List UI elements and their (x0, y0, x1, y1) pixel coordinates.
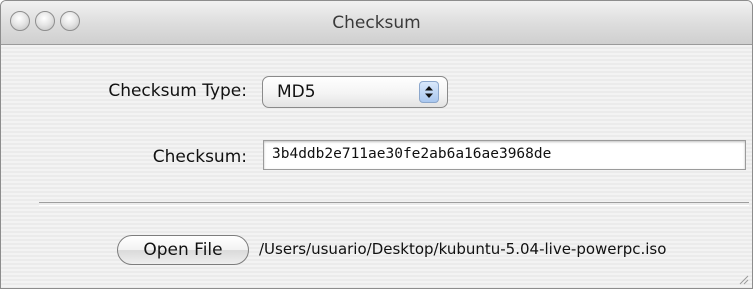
checksum-type-label: Checksum Type: (108, 81, 247, 101)
checksum-field[interactable]: 3b4ddb2e711ae30fe2ab6a16ae3968de (263, 140, 746, 170)
file-path: /Users/usuario/Desktop/kubuntu-5.04-live… (259, 240, 667, 258)
open-file-button[interactable]: Open File (117, 235, 249, 265)
title-bar[interactable]: Checksum (1, 1, 752, 45)
window-title: Checksum (332, 13, 421, 33)
checksum-type-value: MD5 (277, 82, 316, 102)
checksum-label: Checksum: (152, 147, 247, 167)
resize-grip-icon[interactable] (737, 273, 749, 285)
checksum-value: 3b4ddb2e711ae30fe2ab6a16ae3968de (272, 146, 552, 162)
checksum-type-select[interactable]: MD5 (262, 76, 448, 108)
checksum-window: Checksum Checksum Type: MD5 Checksum: 3b… (0, 0, 753, 289)
separator (39, 202, 749, 206)
up-down-arrows-icon (419, 81, 439, 103)
